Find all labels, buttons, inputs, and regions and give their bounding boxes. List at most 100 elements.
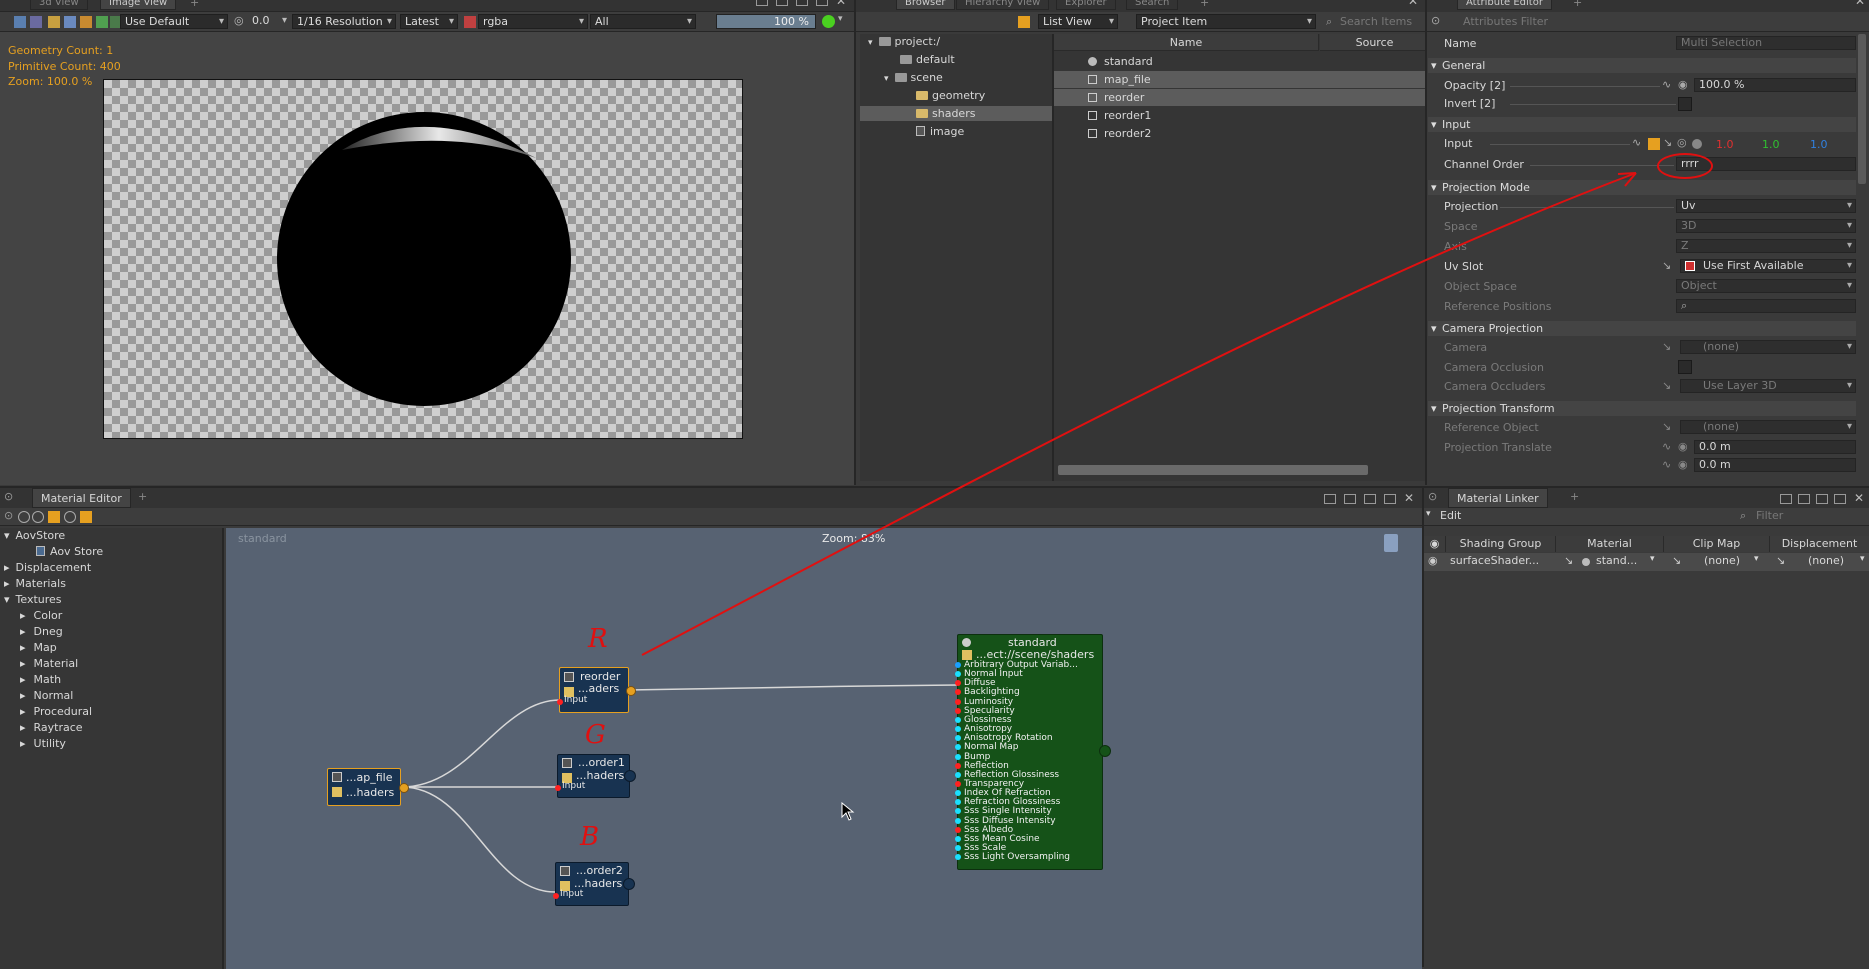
me-split-h-icon[interactable] bbox=[1344, 494, 1356, 504]
me-close-icon[interactable]: ✕ bbox=[1404, 491, 1414, 505]
ml-maximize-icon[interactable] bbox=[1834, 494, 1846, 504]
port-dot[interactable] bbox=[955, 689, 961, 696]
port-dot[interactable] bbox=[955, 698, 961, 705]
library-item-displacement[interactable]: ▸ Displacement bbox=[4, 560, 91, 576]
library-item-map[interactable]: ▸ Map bbox=[20, 640, 57, 656]
ae-close-icon[interactable]: ✕ bbox=[1855, 0, 1865, 8]
section-projection-mode[interactable]: Projection Mode bbox=[1428, 180, 1856, 195]
node-map-file[interactable]: ...ap_file ...haders bbox=[327, 768, 409, 806]
translate-y-curve-icon[interactable]: ∿ bbox=[1662, 458, 1671, 471]
browser-add-tab-icon[interactable]: + bbox=[1200, 0, 1209, 9]
linker-header-clip-map[interactable]: Clip Map bbox=[1664, 536, 1770, 552]
browser-close-icon[interactable]: ✕ bbox=[1408, 0, 1418, 8]
ml-split-v-icon[interactable] bbox=[1816, 494, 1828, 504]
ml-split-h-icon[interactable] bbox=[1798, 494, 1810, 504]
port-dot[interactable] bbox=[955, 735, 961, 742]
opacity-link-icon[interactable]: ◉ bbox=[1678, 78, 1688, 91]
port-dot[interactable] bbox=[955, 808, 961, 815]
input-link-icon[interactable]: ◎ bbox=[1677, 136, 1687, 149]
me-lock2-icon[interactable]: ⊙ bbox=[4, 509, 13, 522]
section-general[interactable]: General bbox=[1428, 58, 1856, 73]
resolution-dropdown[interactable]: 1/16 Resolution bbox=[292, 14, 396, 29]
checker-icon[interactable] bbox=[48, 16, 60, 28]
port-dot[interactable] bbox=[955, 662, 961, 668]
tab-hierarchy-view[interactable]: Hierarchy View bbox=[956, 0, 1050, 10]
list-item[interactable]: standard bbox=[1054, 53, 1429, 70]
translate-y-field[interactable]: 0.0 m bbox=[1694, 458, 1856, 472]
projection-dropdown[interactable]: Uv bbox=[1676, 199, 1856, 213]
browser-search-input[interactable]: Search Items bbox=[1340, 15, 1412, 28]
input-b-value[interactable]: 1.0 bbox=[1810, 138, 1828, 151]
shading-group-cell[interactable]: surfaceShader... bbox=[1450, 554, 1554, 567]
port-dot[interactable] bbox=[955, 845, 961, 851]
status-menu-icon[interactable]: ▾ bbox=[838, 14, 843, 24]
tree-item-project[interactable]: ▾ project:/ bbox=[868, 34, 940, 49]
horizontal-scrollbar[interactable] bbox=[1058, 465, 1368, 475]
refobj-arrow-icon[interactable]: ↘ bbox=[1662, 420, 1671, 433]
tab-search[interactable]: Search bbox=[1126, 0, 1179, 10]
clipmap-dropdown-icon[interactable]: ▾ bbox=[1754, 554, 1759, 564]
port-dot[interactable] bbox=[955, 671, 961, 678]
object-space-dropdown[interactable]: Object bbox=[1676, 279, 1856, 293]
port-dot[interactable] bbox=[955, 716, 961, 723]
split-h-icon[interactable] bbox=[776, 0, 788, 6]
display-mode-dropdown[interactable]: Use Default bbox=[120, 14, 228, 29]
linker-row[interactable]: ◉ surfaceShader... ↘ stand... ▾ ↘ (none)… bbox=[1424, 553, 1869, 571]
displacement-dropdown-icon[interactable]: ▾ bbox=[1860, 554, 1865, 564]
library-item-aovstore[interactable]: ▾ AovStore bbox=[4, 528, 65, 544]
invert-checkbox[interactable] bbox=[1678, 97, 1692, 111]
ml-edit-arrow-icon[interactable]: ▾ bbox=[1426, 509, 1431, 519]
viewer-tool-icon-1[interactable] bbox=[14, 16, 26, 28]
canvas-corner-icon[interactable] bbox=[1384, 534, 1398, 552]
ae-lock-icon[interactable]: ⊙ bbox=[1431, 14, 1440, 27]
library-item-materials[interactable]: ▸ Materials bbox=[4, 576, 66, 592]
zoom-slider[interactable]: 100 % bbox=[716, 14, 816, 29]
input-curve-icon[interactable]: ∿ bbox=[1632, 136, 1641, 149]
space-dropdown[interactable]: 3D bbox=[1676, 219, 1856, 233]
version-dropdown[interactable]: Latest bbox=[400, 14, 458, 29]
library-item-color[interactable]: ▸ Color bbox=[20, 608, 62, 624]
ml-filter-input[interactable]: Filter bbox=[1756, 509, 1783, 522]
port-dot[interactable] bbox=[955, 817, 961, 824]
section-input[interactable]: Input bbox=[1428, 117, 1856, 132]
reference-object-dropdown[interactable]: (none) bbox=[1680, 420, 1856, 434]
list-item[interactable]: reorder1 bbox=[1054, 107, 1429, 124]
occluders-arrow-icon[interactable]: ↘ bbox=[1662, 379, 1671, 392]
float-icon[interactable] bbox=[756, 0, 768, 6]
input-port[interactable] bbox=[557, 699, 563, 705]
port-dot[interactable] bbox=[955, 753, 961, 760]
exposure-field[interactable]: 0.0 bbox=[248, 14, 290, 29]
node-reorder1[interactable]: ...order1 ...haders Input bbox=[555, 754, 636, 798]
uv-slot-dropdown[interactable]: Use First Available bbox=[1680, 259, 1856, 273]
ml-close-icon[interactable]: ✕ bbox=[1854, 491, 1864, 505]
opacity-field[interactable]: 100.0 % bbox=[1694, 78, 1856, 92]
node-reorder[interactable]: reorder ...aders Input bbox=[557, 667, 636, 713]
output-port[interactable] bbox=[1099, 745, 1111, 757]
opacity-curve-icon[interactable]: ∿ bbox=[1662, 78, 1671, 91]
tab-3d-view[interactable]: 3d View bbox=[30, 0, 88, 10]
port-dot[interactable] bbox=[955, 771, 961, 778]
port-dot[interactable] bbox=[955, 854, 961, 861]
me-find-icon[interactable] bbox=[80, 511, 92, 523]
port-dot[interactable] bbox=[955, 790, 961, 797]
library-item-aov-store[interactable]: Aov Store bbox=[36, 544, 103, 560]
reference-positions-field[interactable]: ⌕ bbox=[1676, 299, 1856, 313]
tree-item-scene[interactable]: ▾ scene bbox=[884, 70, 943, 85]
port-dot[interactable] bbox=[955, 762, 961, 769]
library-item-dneg[interactable]: ▸ Dneg bbox=[20, 624, 63, 640]
output-port[interactable] bbox=[623, 878, 635, 890]
me-float-icon[interactable] bbox=[1324, 494, 1336, 504]
translate-curve-icon[interactable]: ∿ bbox=[1662, 440, 1671, 453]
input-port[interactable] bbox=[555, 785, 561, 791]
input-port[interactable] bbox=[553, 893, 559, 899]
port-dot[interactable] bbox=[955, 799, 961, 806]
safe-frame-icon[interactable] bbox=[80, 16, 92, 28]
row-eye-icon[interactable]: ◉ bbox=[1428, 554, 1438, 567]
list-item[interactable]: reorder2 bbox=[1054, 125, 1429, 142]
node-graph-canvas[interactable]: standard Zoom: 83% bbox=[226, 528, 1422, 969]
ml-add-tab-icon[interactable]: + bbox=[1570, 490, 1579, 503]
axis-dropdown[interactable]: Z bbox=[1676, 239, 1856, 253]
column-header-name[interactable]: Name bbox=[1054, 34, 1319, 51]
grid-icon[interactable] bbox=[64, 16, 76, 28]
list-item[interactable]: map_file bbox=[1054, 71, 1429, 88]
